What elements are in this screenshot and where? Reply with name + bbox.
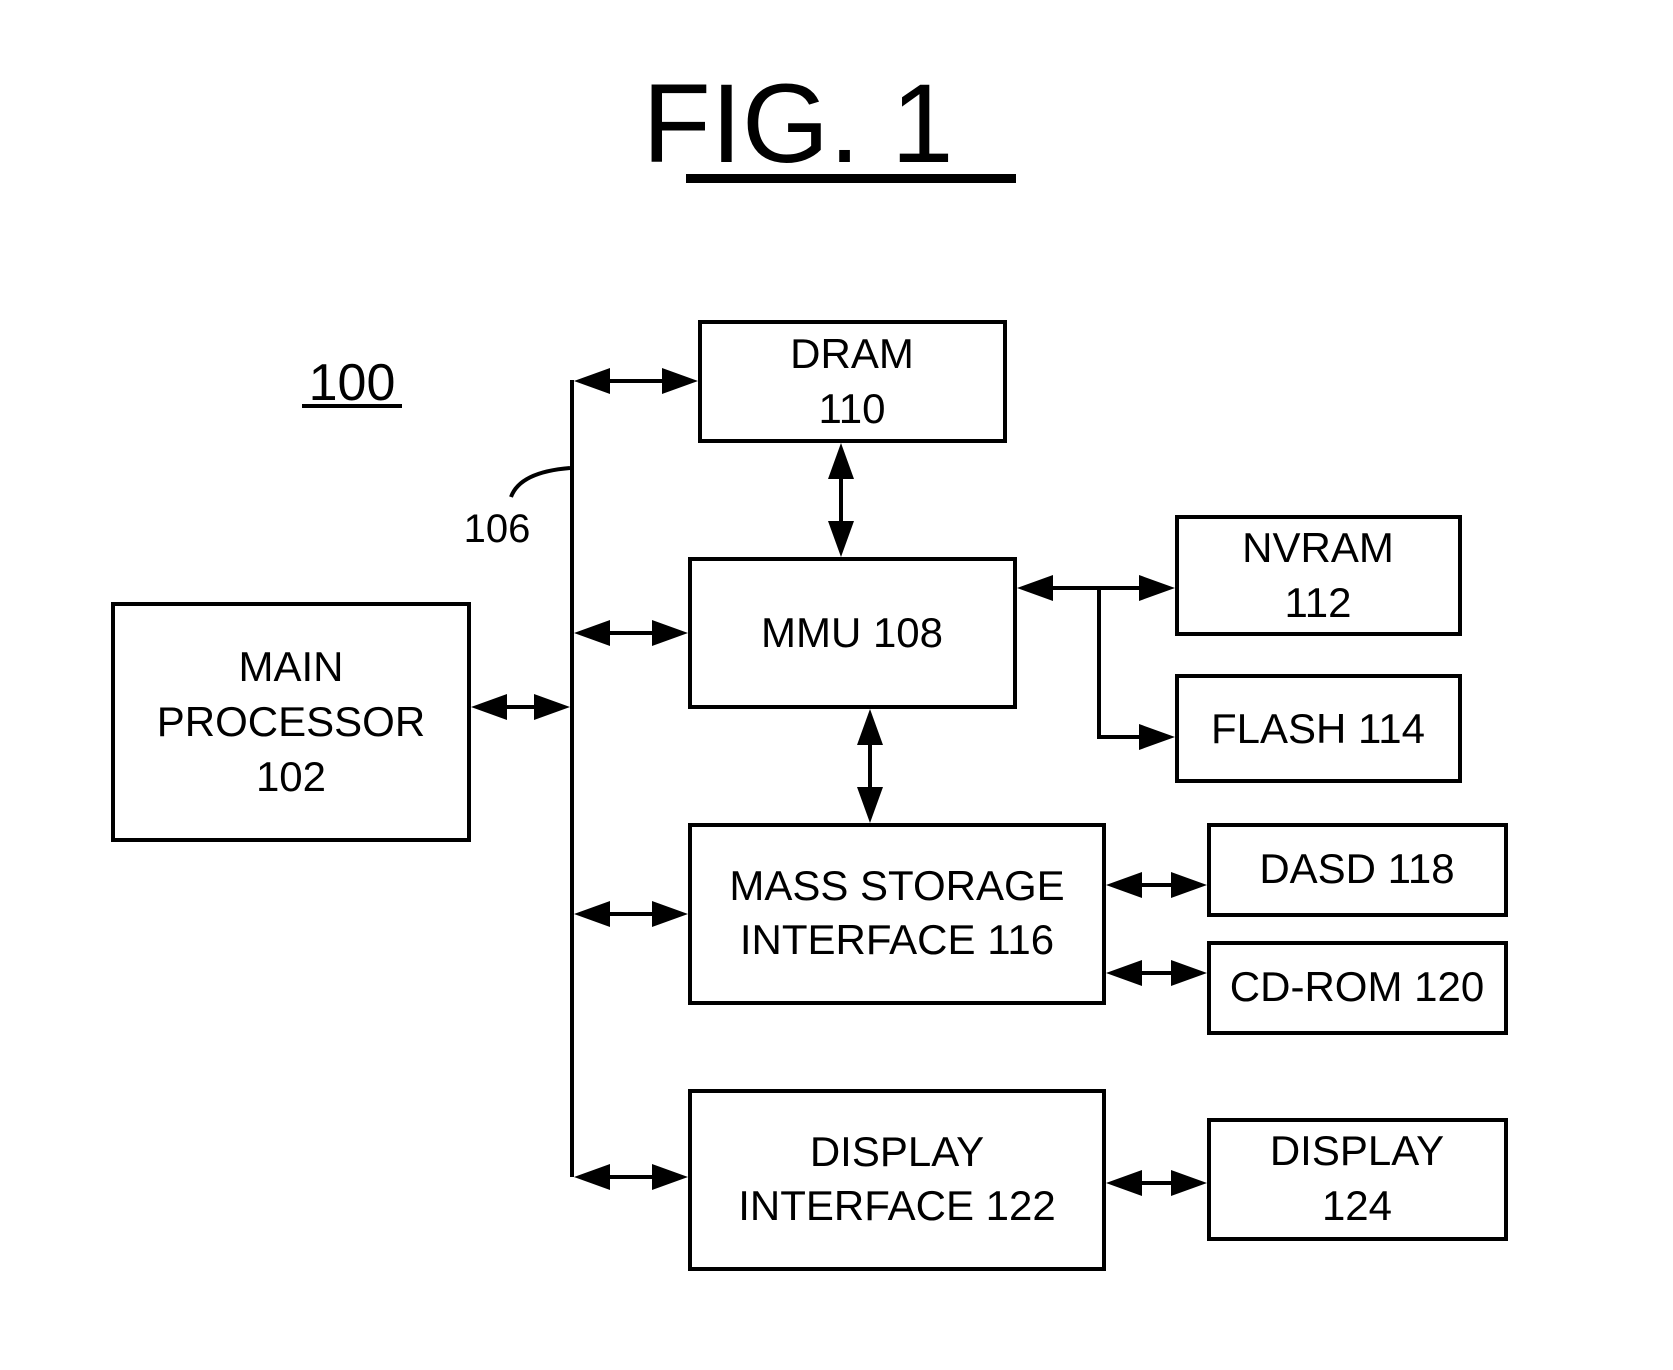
arrow-mass-storage-cdrom-arrowhead-right xyxy=(1171,960,1207,986)
bus-reference-leader xyxy=(509,466,571,498)
cdrom-line-1: CD-ROM 120 xyxy=(1230,963,1484,1010)
arrow-dram-mmu-arrowhead-down xyxy=(828,521,854,557)
figure-title: FIG. 1 xyxy=(642,61,953,186)
display-interface-line-2: INTERFACE 122 xyxy=(738,1182,1055,1229)
block-nvram: NVRAM 112 xyxy=(1175,515,1462,636)
mass-storage-interface-line-2: INTERFACE 116 xyxy=(740,916,1054,963)
arrow-bus-display-interface-arrowhead-left xyxy=(574,1164,610,1190)
dasd-line-1: DASD 118 xyxy=(1259,845,1454,892)
arrow-mass-storage-dasd-arrowhead-left xyxy=(1106,872,1142,898)
arrow-mmu-flash-arrowhead xyxy=(1139,724,1175,750)
arrow-processor-bus-arrowhead-right xyxy=(534,694,570,720)
arrow-bus-mmu-arrowhead-right xyxy=(652,620,688,646)
bus-reference-label: 106 xyxy=(464,507,531,551)
arrow-display-interface-display-arrowhead-left xyxy=(1106,1170,1142,1196)
arrow-processor-bus-arrowhead-left xyxy=(471,694,507,720)
arrow-mass-storage-dasd-arrowhead-right xyxy=(1171,872,1207,898)
block-display: DISPLAY 124 xyxy=(1207,1118,1508,1241)
nvram-line-1: NVRAM xyxy=(1242,524,1394,571)
arrow-mass-storage-cdrom-arrowhead-left xyxy=(1106,960,1142,986)
mass-storage-interface-line-1: MASS STORAGE xyxy=(729,862,1064,909)
arrow-display-interface-display-arrowhead-right xyxy=(1171,1170,1207,1196)
nvram-line-2: 112 xyxy=(1285,579,1352,626)
arrow-bus-dram-arrowhead-right xyxy=(662,368,698,394)
arrow-mmu-mass-storage-arrowhead-down xyxy=(857,787,883,823)
arrow-mmu-mass-storage-arrowhead-up xyxy=(857,709,883,745)
block-main-processor: MAIN PROCESSOR 102 xyxy=(111,602,471,842)
main-processor-line-2: PROCESSOR xyxy=(157,698,425,745)
connectors xyxy=(471,368,1207,1196)
dram-line-1: DRAM xyxy=(790,330,914,377)
mmu-line-1: MMU 108 xyxy=(761,609,943,656)
arrow-bus-mmu-arrowhead-left xyxy=(574,620,610,646)
display-line-2: 124 xyxy=(1322,1182,1392,1229)
arrow-bus-mass-storage-arrowhead-left xyxy=(574,901,610,927)
arrow-mmu-nvram-arrowhead-left xyxy=(1017,575,1053,601)
arrow-bus-display-interface-arrowhead-right xyxy=(652,1164,688,1190)
block-dasd: DASD 118 xyxy=(1207,823,1508,917)
main-processor-line-3: 102 xyxy=(256,753,326,800)
block-mmu: MMU 108 xyxy=(688,557,1017,709)
block-dram: DRAM 110 xyxy=(698,320,1007,443)
system-reference-label: 100 xyxy=(309,354,396,412)
arrow-dram-mmu-arrowhead-up xyxy=(828,443,854,479)
system-reference-underline xyxy=(302,404,402,408)
figure-title-underline xyxy=(686,174,1016,183)
block-display-interface: DISPLAY INTERFACE 122 xyxy=(688,1089,1106,1271)
display-interface-line-1: DISPLAY xyxy=(810,1128,984,1175)
flash-line-1: FLASH 114 xyxy=(1211,705,1425,752)
block-mass-storage-interface: MASS STORAGE INTERFACE 116 xyxy=(688,823,1106,1005)
arrow-bus-dram-arrowhead-left xyxy=(574,368,610,394)
arrow-mmu-nvram-arrowhead-right xyxy=(1139,575,1175,601)
main-processor-line-1: MAIN xyxy=(239,643,344,690)
block-flash: FLASH 114 xyxy=(1175,674,1462,783)
dram-line-2: 110 xyxy=(819,385,886,432)
block-diagram: FIG. 1 100 106 MAIN PROCESSOR 102 DRAM 1… xyxy=(111,61,1508,1271)
display-line-1: DISPLAY xyxy=(1270,1127,1444,1174)
block-cdrom: CD-ROM 120 xyxy=(1207,941,1508,1035)
arrow-bus-mass-storage-arrowhead-right xyxy=(652,901,688,927)
